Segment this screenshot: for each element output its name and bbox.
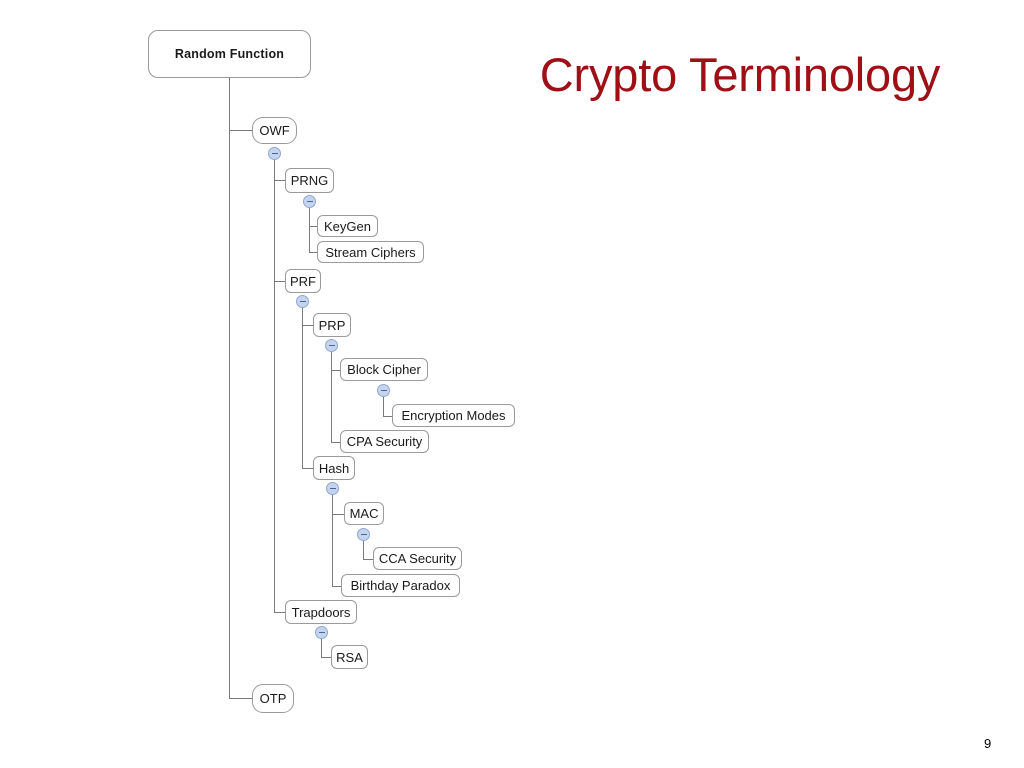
connector-trunk-prf <box>302 301 303 468</box>
connector-trunk-hash <box>332 488 333 586</box>
collapse-toggle-prng-minus-icon[interactable] <box>303 195 316 208</box>
tree-node-label: KeyGen <box>324 218 371 234</box>
tree-node-hash[interactable]: Hash <box>313 456 355 480</box>
connector-prp-cpa <box>331 442 340 443</box>
tree-node-cpa-security[interactable]: CPA Security <box>340 430 429 453</box>
connector-trunk-owf <box>274 153 275 612</box>
page-title: Crypto Terminology <box>539 48 941 101</box>
tree-node-label: CCA Security <box>378 551 457 566</box>
connector-hash-mac <box>332 514 344 515</box>
tree-node-random-function[interactable]: Random Function <box>148 30 311 78</box>
tree-node-label: PRP <box>318 317 346 333</box>
connector-prp-blockcipher <box>331 370 340 371</box>
collapse-toggle-prp-minus-icon[interactable] <box>325 339 338 352</box>
tree-node-encryption-modes[interactable]: Encryption Modes <box>392 404 515 427</box>
connector-trunk-root <box>229 78 230 699</box>
tree-node-block-cipher[interactable]: Block Cipher <box>340 358 428 381</box>
connector-trapdoors-rsa <box>321 657 331 658</box>
tree-node-label: OWF <box>259 123 290 138</box>
connector-owf-trapdoors <box>274 612 285 613</box>
tree-node-label: CPA Security <box>346 434 423 449</box>
connector-owf-prng <box>274 180 285 181</box>
tree-node-label: OTP <box>259 691 287 706</box>
tree-node-trapdoors[interactable]: Trapdoors <box>285 600 357 624</box>
connector-blockcipher-encmodes <box>383 416 392 417</box>
connector-hash-birthday <box>332 586 341 587</box>
tree-node-otp[interactable]: OTP <box>252 684 294 713</box>
connector-prf-hash <box>302 468 313 469</box>
tree-node-label: Birthday Paradox <box>350 578 451 593</box>
connector-trunk-root-owf <box>229 130 252 131</box>
tree-node-label: RSA <box>336 649 363 665</box>
connector-mac-cca <box>363 559 373 560</box>
tree-node-label: Block Cipher <box>347 362 421 377</box>
tree-node-prf[interactable]: PRF <box>285 269 321 293</box>
tree-node-stream-ciphers[interactable]: Stream Ciphers <box>317 241 424 263</box>
tree-node-mac[interactable]: MAC <box>344 502 384 525</box>
tree-node-label: Trapdoors <box>291 604 351 620</box>
connector-trunk-root-otp <box>229 698 252 699</box>
tree-node-keygen[interactable]: KeyGen <box>317 215 378 237</box>
tree-node-prng[interactable]: PRNG <box>285 168 334 193</box>
tree-node-label: Hash <box>318 460 350 476</box>
tree-node-owf[interactable]: OWF <box>252 117 297 144</box>
tree-node-prp[interactable]: PRP <box>313 313 351 337</box>
connector-prf-prp <box>302 325 313 326</box>
collapse-toggle-hash-minus-icon[interactable] <box>326 482 339 495</box>
tree-node-rsa[interactable]: RSA <box>331 645 368 669</box>
collapse-toggle-block-cipher-minus-icon[interactable] <box>377 384 390 397</box>
connector-owf-prf <box>274 281 285 282</box>
tree-node-birthday-paradox[interactable]: Birthday Paradox <box>341 574 460 597</box>
slide-canvas: Random Function OWF PRNG KeyGen Stream Ciphe… <box>0 0 1024 768</box>
collapse-toggle-prf-minus-icon[interactable] <box>296 295 309 308</box>
collapse-toggle-mac-minus-icon[interactable] <box>357 528 370 541</box>
tree-node-label: Encryption Modes <box>401 408 506 423</box>
connector-prng-stream <box>309 252 317 253</box>
tree-node-label: MAC <box>349 506 379 521</box>
tree-node-cca-security[interactable]: CCA Security <box>373 547 462 570</box>
tree-node-label: Random Function <box>174 46 285 61</box>
page-number: 9 <box>984 736 992 751</box>
tree-node-label: PRNG <box>290 173 329 188</box>
tree-node-label: PRF <box>290 273 316 289</box>
crypto-terminology-tree: Random Function OWF PRNG KeyGen Stream Ciphe… <box>0 0 1024 768</box>
collapse-toggle-trapdoors-minus-icon[interactable] <box>315 626 328 639</box>
connector-trunk-prp <box>331 345 332 442</box>
collapse-toggle-owf-minus-icon[interactable] <box>268 147 281 160</box>
tree-node-label: Stream Ciphers <box>325 244 416 260</box>
connector-prng-keygen <box>309 226 317 227</box>
